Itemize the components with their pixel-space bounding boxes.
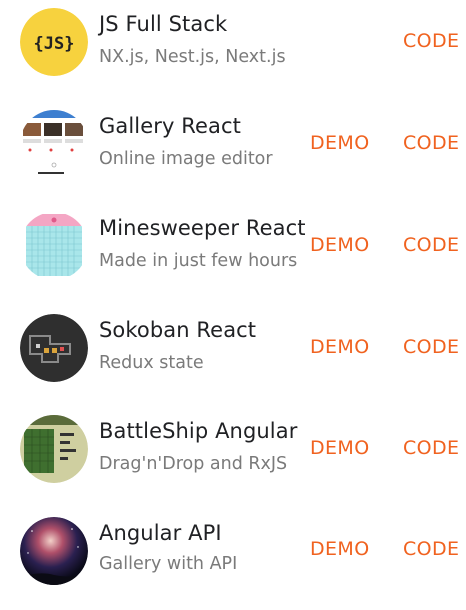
demo-link[interactable]: DEMO [310,336,370,358]
demo-link[interactable]: DEMO [310,132,370,154]
image-gallery-thumbnail [20,110,88,178]
js-logo-text: {JS} [34,34,75,54]
project-list: {JS} JS Full Stack NX.js, Nest.js, Next.… [0,0,466,585]
code-link[interactable]: CODE [403,132,459,154]
js-logo-icon: {JS} [20,8,88,76]
sokoban-map-thumbnail [20,314,88,382]
code-link[interactable]: CODE [403,336,459,358]
project-row-js-full-stack: {JS} JS Full Stack NX.js, Nest.js, Next.… [0,0,466,102]
project-subtitle: Drag'n'Drop and RxJS [99,454,288,474]
project-row-gallery-react: Gallery React Online image editor DEMO C… [0,101,466,203]
project-subtitle: Redux state [99,353,204,373]
code-link[interactable]: CODE [403,30,459,52]
minesweeper-grid-thumbnail [20,212,88,280]
project-subtitle: NX.js, Nest.js, Next.js [99,47,286,67]
project-title: Angular API [99,521,222,545]
galaxy-photo-thumbnail [20,517,88,585]
code-link[interactable]: CODE [403,538,459,560]
project-subtitle: Gallery with API [99,554,238,574]
project-row-battleship-angular: BattleShip Angular Drag'n'Drop and RxJS … [0,406,466,508]
project-row-angular-api: Angular API Gallery with API DEMO CODE [0,508,466,610]
project-title: BattleShip Angular [99,419,298,443]
project-subtitle: Made in just few hours [99,251,298,271]
project-subtitle: Online image editor [99,149,273,169]
project-row-minesweeper-react: Minesweeper React Made in just few hours… [0,203,466,305]
project-title: Minesweeper React [99,216,306,240]
demo-link[interactable]: DEMO [310,538,370,560]
project-title: Sokoban React [99,318,257,342]
project-title: Gallery React [99,114,241,138]
demo-link[interactable]: DEMO [310,234,370,256]
project-row-sokoban-react: Sokoban React Redux state DEMO CODE [0,305,466,407]
code-link[interactable]: CODE [403,234,459,256]
code-link[interactable]: CODE [403,437,459,459]
project-title: JS Full Stack [99,12,228,36]
battleship-board-thumbnail [20,415,88,483]
demo-link[interactable]: DEMO [310,437,370,459]
